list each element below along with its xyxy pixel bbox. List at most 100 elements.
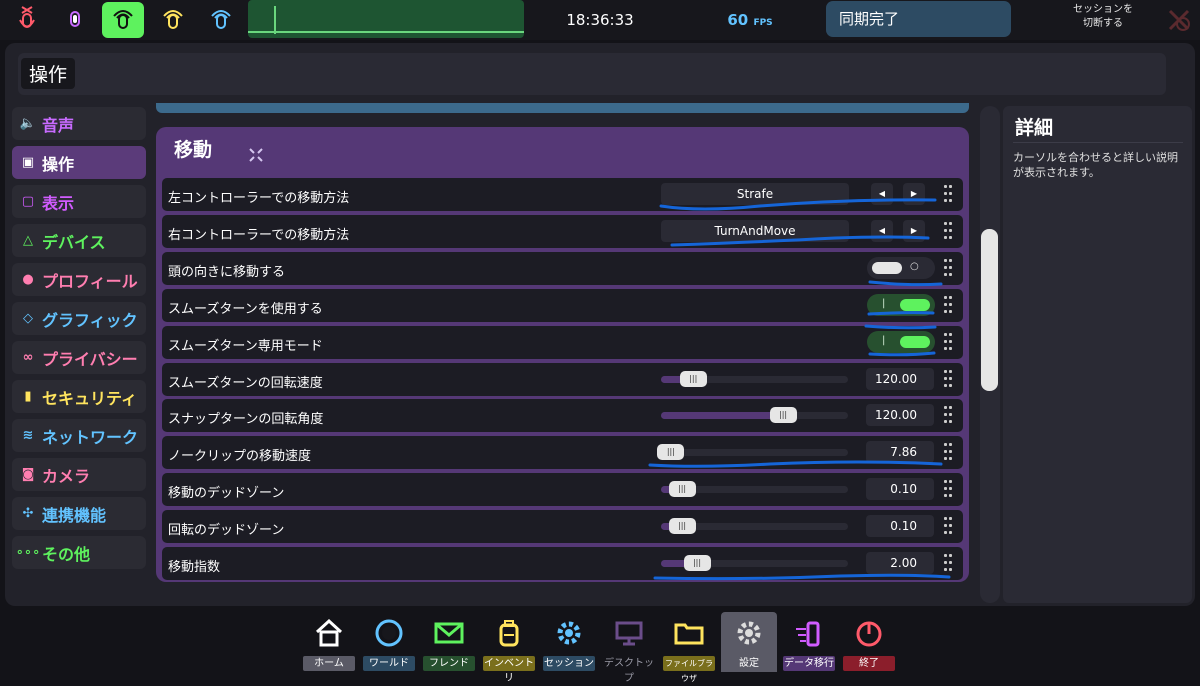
drag-handle-icon[interactable] xyxy=(944,259,952,277)
drag-handle-icon[interactable] xyxy=(944,370,952,388)
disconnect-session-button[interactable]: セッションを 切断する xyxy=(1045,3,1161,31)
scrollbar-thumb[interactable] xyxy=(981,229,998,391)
setting-toggle[interactable]: | xyxy=(867,294,935,316)
sync-status[interactable]: 同期完了 xyxy=(826,1,1011,37)
setting-slider[interactable]: ||| xyxy=(661,555,848,571)
setting-toggle[interactable]: ○ xyxy=(867,257,935,279)
nav-item-5[interactable]: ◇ グラフィック xyxy=(12,302,146,335)
mic-muted-button[interactable] xyxy=(6,2,48,38)
nav-item-label: 音声 xyxy=(42,115,75,135)
chevron-right-icon[interactable]: ▶ xyxy=(903,220,925,242)
dock-label: フレンド xyxy=(423,656,475,671)
dock-button-friends[interactable]: フレンド xyxy=(421,612,477,672)
slider-thumb[interactable]: ||| xyxy=(679,371,707,387)
dock-label: ファイルブラウザ xyxy=(663,656,715,683)
setting-value[interactable]: 2.00 xyxy=(866,552,934,574)
setting-label: 頭の向きに移動する xyxy=(168,265,286,280)
drag-handle-icon[interactable] xyxy=(944,480,952,498)
clock: 18:36:33 xyxy=(566,11,634,29)
mic-yellow-button[interactable] xyxy=(152,2,194,38)
session-close-icon[interactable] xyxy=(1167,8,1191,32)
mic-muted-icon xyxy=(19,6,35,28)
setting-value[interactable]: 0.10 xyxy=(866,478,934,500)
mic-broadcast-button[interactable] xyxy=(102,2,144,38)
mic-blue-button[interactable] xyxy=(200,2,242,38)
nav-item-7[interactable]: ▮ セキュリティ xyxy=(12,380,146,413)
power-icon xyxy=(854,618,884,648)
setting-value[interactable]: 7.86 xyxy=(866,441,934,463)
mic-off-button[interactable] xyxy=(54,2,96,38)
chevron-left-icon[interactable]: ◀ xyxy=(871,220,893,242)
setting-slider[interactable]: ||| xyxy=(661,518,848,534)
disconnect-session-line2: 切断する xyxy=(1083,18,1123,29)
dock-button-folder[interactable]: ファイルブラウザ xyxy=(661,612,717,683)
drag-handle-icon[interactable] xyxy=(944,333,952,351)
bottom-dock: ホーム ワールド フレンド インベントリ セッション デスクトップ ファイルブラウザ 設定 デー… xyxy=(300,612,900,684)
graphic-icon: ◇ xyxy=(23,311,33,326)
drag-handle-icon[interactable] xyxy=(944,443,952,461)
setting-value[interactable]: 0.10 xyxy=(866,515,934,537)
mic-broadcast-icon xyxy=(113,10,133,29)
nav-item-8[interactable]: ≋ ネットワーク xyxy=(12,419,146,452)
dock-button-world[interactable]: ワールド xyxy=(361,612,417,672)
toggle-knob xyxy=(900,336,930,348)
nav-item-0[interactable]: 🔈 音声 xyxy=(12,107,146,140)
migration-icon xyxy=(794,618,824,648)
nav-item-1[interactable]: ▣ 操作 xyxy=(12,146,146,179)
slider-thumb[interactable]: ||| xyxy=(668,481,696,497)
drag-handle-icon[interactable] xyxy=(944,222,952,240)
nav-item-11[interactable]: ∘∘∘ その他 xyxy=(12,536,146,569)
setting-row: スムーズターンの回転速度 ||| 120.00 xyxy=(162,363,963,396)
setting-row: スムーズターン専用モード | xyxy=(162,326,963,359)
dock-button-desktop[interactable]: デスクトップ xyxy=(601,612,657,684)
drag-handle-icon[interactable] xyxy=(944,406,952,424)
setting-row: 回転のデッドゾーン ||| 0.10 xyxy=(162,510,963,543)
setting-slider[interactable]: ||| xyxy=(661,481,848,497)
nav-item-2[interactable]: ▢ 表示 xyxy=(12,185,146,218)
nav-item-3[interactable]: △ デバイス xyxy=(12,224,146,257)
setting-slider[interactable]: ||| xyxy=(661,407,848,423)
drag-handle-icon[interactable] xyxy=(944,185,952,203)
setting-slider[interactable]: ||| xyxy=(661,371,848,387)
detail-title: 詳細 xyxy=(1015,117,1054,139)
detail-text: カーソルを合わせると詳しい説明が表示されます。 xyxy=(1013,151,1178,179)
setting-slider[interactable]: ||| xyxy=(657,444,848,460)
scrollbar[interactable] xyxy=(980,106,1000,603)
chevron-left-icon[interactable]: ◀ xyxy=(871,183,893,205)
lock-icon: ▮ xyxy=(24,389,32,404)
nav-item-label: プライバシー xyxy=(42,349,138,369)
dock-label: インベントリ xyxy=(483,656,535,684)
dock-button-session[interactable]: セッション xyxy=(541,612,597,672)
dock-label: 終了 xyxy=(843,656,895,671)
nav-item-6[interactable]: ∞ プライバシー xyxy=(12,341,146,374)
dock-button-inventory[interactable]: インベントリ xyxy=(481,612,537,684)
slider-thumb[interactable]: ||| xyxy=(657,444,685,460)
drag-handle-icon[interactable] xyxy=(944,554,952,572)
setting-select-value[interactable]: TurnAndMove xyxy=(661,220,849,242)
dock-button-home[interactable]: ホーム xyxy=(301,612,357,672)
slider-thumb[interactable]: ||| xyxy=(668,518,696,534)
settings-window: 操作 🔈 音声 ▣ 操作 ▢ 表示 △ デバイス ● プロフィール ◇ グラフィック ∞ プライバシー ▮ セ… xyxy=(5,43,1195,606)
chevron-right-icon[interactable]: ▶ xyxy=(903,183,925,205)
slider-thumb[interactable]: ||| xyxy=(769,407,797,423)
dock-button-settings[interactable]: 設定 xyxy=(721,612,777,672)
dock-button-migration[interactable]: データ移行 xyxy=(781,612,837,672)
setting-select-value[interactable]: Strafe xyxy=(661,183,849,205)
nav-item-9[interactable]: ◙ カメラ xyxy=(12,458,146,491)
slider-thumb[interactable]: ||| xyxy=(683,555,711,571)
setting-value[interactable]: 120.00 xyxy=(866,368,934,390)
inventory-icon xyxy=(494,618,524,648)
friends-icon xyxy=(434,618,464,648)
collapse-icon[interactable] xyxy=(249,148,263,166)
nav-item-label: グラフィック xyxy=(42,310,138,330)
drag-handle-icon[interactable] xyxy=(944,296,952,314)
dock-button-power[interactable]: 終了 xyxy=(841,612,897,672)
drag-handle-icon[interactable] xyxy=(944,517,952,535)
nav-item-4[interactable]: ● プロフィール xyxy=(12,263,146,296)
setting-toggle[interactable]: | xyxy=(867,331,935,353)
settings-nav: 🔈 音声 ▣ 操作 ▢ 表示 △ デバイス ● プロフィール ◇ グラフィック ∞ プライバシー ▮ セキュリ… xyxy=(12,107,146,575)
setting-label: 移動指数 xyxy=(168,560,221,575)
setting-value[interactable]: 120.00 xyxy=(866,404,934,426)
nav-item-10[interactable]: ✣ 連携機能 xyxy=(12,497,146,530)
setting-label: 回転のデッドゾーン xyxy=(168,523,285,538)
